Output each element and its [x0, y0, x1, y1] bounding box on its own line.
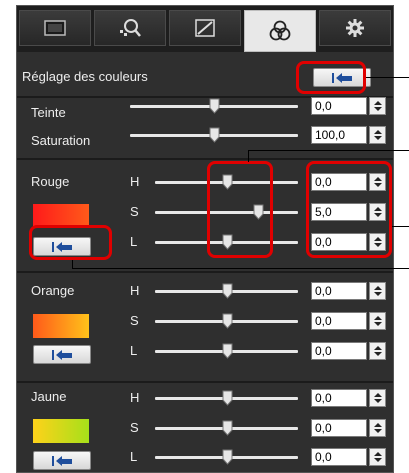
hsl-label-l: L: [130, 449, 138, 464]
orange-h-slider-thumb[interactable]: [222, 283, 233, 299]
callout-line: [248, 150, 409, 151]
color-swatch: [33, 314, 89, 338]
teinte-spinner[interactable]: [369, 97, 386, 115]
jaune-l-spinner[interactable]: [369, 448, 386, 466]
hsl-label-s: S: [130, 313, 139, 328]
callout-line: [366, 77, 409, 78]
hsl-label-l: L: [130, 343, 138, 358]
highlight-hsl-values: [306, 161, 392, 258]
tone-curve-icon: [195, 19, 215, 37]
teinte-value-input[interactable]: 0,0: [311, 97, 367, 115]
tab-color-picker[interactable]: [94, 10, 166, 46]
section-title: Réglage des couleurs: [22, 69, 148, 84]
callout-line: [72, 260, 73, 268]
jaune-h-spinner[interactable]: [369, 389, 386, 407]
jaune-l-slider-thumb[interactable]: [222, 449, 233, 465]
settings-gear-icon: [346, 19, 364, 37]
callout-line: [72, 268, 409, 269]
hsl-label-s: S: [130, 420, 139, 435]
reset-orange-button[interactable]: [33, 345, 91, 364]
orange-s-slider-thumb[interactable]: [222, 313, 233, 329]
color-picker-icon: [120, 19, 141, 37]
color-circles-icon: [269, 20, 291, 41]
highlight-reset-rouge: [29, 225, 112, 260]
reset-jaune-button[interactable]: [33, 451, 91, 470]
color-name: Orange: [31, 283, 75, 298]
orange-l-value-input[interactable]: 0,0: [311, 342, 367, 360]
hsl-label-h: H: [130, 174, 140, 189]
saturation-spinner[interactable]: [369, 126, 386, 144]
jaune-s-slider-thumb[interactable]: [222, 420, 233, 436]
orange-h-spinner[interactable]: [369, 282, 386, 300]
jaune-s-value-input[interactable]: 0,0: [311, 419, 367, 437]
callout-line: [248, 150, 249, 162]
jaune-l-value-input[interactable]: 0,0: [311, 448, 367, 466]
hsl-label-s: S: [130, 204, 139, 219]
jaune-h-slider-thumb[interactable]: [222, 390, 233, 406]
reset-arrow-icon: [52, 455, 72, 466]
jaune-h-value-input[interactable]: 0,0: [311, 389, 367, 407]
hsl-label-h: H: [130, 283, 140, 298]
orange-l-spinner[interactable]: [369, 342, 386, 360]
image-view-icon: [44, 20, 66, 36]
tab-settings[interactable]: [319, 10, 391, 46]
tab-color-adjustment[interactable]: [244, 10, 316, 52]
jaune-s-spinner[interactable]: [369, 419, 386, 437]
orange-s-spinner[interactable]: [369, 312, 386, 330]
saturation-slider-thumb[interactable]: [209, 127, 220, 143]
highlight-reset-all: [296, 61, 366, 94]
teinte-label: Teinte: [31, 105, 66, 120]
hsl-label-l: L: [130, 234, 138, 249]
callout-line: [392, 226, 409, 227]
hsl-label-h: H: [130, 390, 140, 405]
saturation-value-input[interactable]: 100,0: [311, 126, 367, 144]
color-name: Jaune: [31, 389, 67, 404]
highlight-hsl-sliders: [207, 161, 273, 258]
orange-l-slider-thumb[interactable]: [222, 343, 233, 359]
saturation-label: Saturation: [31, 133, 91, 148]
color-name: Rouge: [31, 174, 70, 189]
teinte-slider-thumb[interactable]: [209, 98, 220, 114]
orange-s-value-input[interactable]: 0,0: [311, 312, 367, 330]
tab-bar: [17, 6, 393, 52]
orange-h-value-input[interactable]: 0,0: [311, 282, 367, 300]
color-swatch: [33, 419, 89, 443]
tab-image[interactable]: [19, 10, 91, 46]
tab-tone-curve[interactable]: [169, 10, 241, 46]
reset-arrow-icon: [52, 349, 72, 360]
